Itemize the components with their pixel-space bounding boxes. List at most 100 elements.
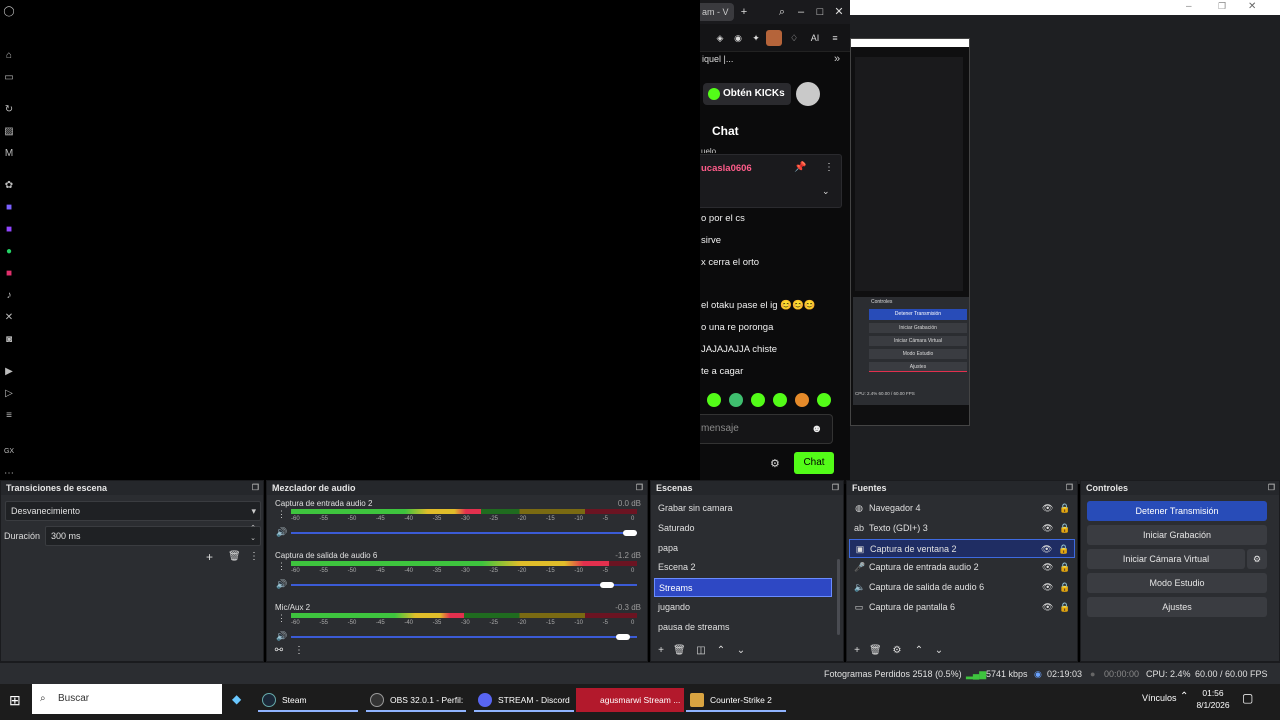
eye-icon[interactable]: 👁	[1042, 582, 1053, 592]
start-virtualcam-button[interactable]: Iniciar Cámara Virtual	[1087, 549, 1245, 569]
tray-label[interactable]: Vínculos	[1142, 693, 1177, 703]
popout-icon[interactable]: ❐	[636, 481, 643, 495]
m-app-icon[interactable]: M	[3, 148, 15, 160]
more-options-icon[interactable]: ⋮	[249, 551, 259, 562]
puzzle-icon[interactable]: ✦	[750, 32, 762, 44]
up-icon[interactable]: ⌃	[913, 645, 925, 657]
taskbar-stream-window[interactable]: agusmarwi Stream ...	[576, 688, 684, 712]
more-icon[interactable]: ⋯	[3, 468, 15, 480]
emote-icon[interactable]	[751, 393, 765, 407]
chevron-down-icon[interactable]: ⌄	[822, 186, 830, 197]
popout-icon[interactable]: ❐	[252, 481, 259, 495]
c-app-icon[interactable]: ■	[3, 202, 15, 214]
refresh-icon[interactable]: ↻	[3, 104, 15, 116]
volume-slider[interactable]	[291, 532, 637, 534]
tiktok-icon[interactable]: ♪	[3, 290, 15, 302]
popout-icon[interactable]: ❐	[832, 481, 839, 495]
chat-send-button[interactable]: Chat	[794, 452, 834, 474]
volume-slider[interactable]	[291, 636, 637, 638]
trash-icon[interactable]: 🗑	[228, 551, 241, 562]
close-icon[interactable]: ✕	[832, 5, 846, 19]
eye-icon[interactable]: 👁	[1042, 562, 1053, 572]
volume-slider-handle[interactable]	[599, 582, 614, 588]
popout-icon[interactable]: ❐	[1066, 481, 1073, 495]
source-item[interactable]: ▣ Captura de ventana 2 👁 🔒	[849, 538, 1075, 558]
source-item[interactable]: 🎤 Captura de entrada audio 2 👁 🔒	[849, 558, 1075, 577]
emoji-icon[interactable]: ☻	[811, 423, 823, 435]
emote-icon[interactable]	[729, 393, 743, 407]
play-icon[interactable]: ▶	[3, 366, 15, 378]
up-icon[interactable]: ⌃	[715, 645, 727, 657]
scene-item[interactable]: papa	[654, 539, 832, 558]
source-item[interactable]: ▭ Captura de pantalla 6 👁 🔒	[849, 598, 1075, 617]
stop-stream-button[interactable]: Detener Transmisión	[1087, 501, 1267, 521]
gamepad-icon[interactable]: ▭	[3, 72, 15, 84]
emote-icon[interactable]	[707, 393, 721, 407]
popout-icon[interactable]: ❐	[1268, 481, 1275, 495]
browser-tab[interactable]: am - V	[700, 3, 734, 21]
collapse-chat-icon[interactable]: »	[834, 53, 840, 65]
speaker-icon[interactable]: 🔊	[276, 527, 287, 538]
eye-icon[interactable]: 👁	[1042, 503, 1053, 513]
scene-item[interactable]: Streams	[654, 578, 832, 598]
lock-icon[interactable]: 🔒	[1059, 602, 1070, 612]
image-icon[interactable]: ▨	[3, 126, 15, 138]
emote-icon[interactable]	[773, 393, 787, 407]
studio-mode-button[interactable]: Modo Estudio	[1087, 573, 1267, 593]
start-recording-button[interactable]: Iniciar Grabación	[1087, 525, 1267, 545]
scene-item[interactable]: jugando	[654, 598, 832, 617]
discord-icon[interactable]: ◙	[3, 334, 15, 346]
speaker-icon[interactable]: 🔊	[276, 579, 287, 590]
transition-select[interactable]: Desvanecimiento ▾	[5, 501, 261, 521]
lock-icon[interactable]: 🔒	[1059, 562, 1070, 572]
close-icon[interactable]: ✕	[1248, 1, 1256, 12]
volume-slider-handle[interactable]	[623, 530, 637, 536]
scene-item[interactable]: Grabar sin camara	[654, 499, 832, 518]
eye-icon[interactable]: 👁	[1042, 602, 1053, 612]
trash-icon[interactable]: 🗑	[869, 645, 882, 657]
logo-icon[interactable]: ◯	[3, 6, 15, 18]
search-icon[interactable]: ⌕	[775, 5, 789, 19]
get-kicks-button[interactable]: Obtén KICKs	[703, 83, 791, 105]
pin-icon[interactable]: 📌	[794, 162, 806, 173]
app-icon[interactable]: ◆	[232, 692, 241, 706]
taskbar-steam[interactable]: Steam	[258, 688, 358, 712]
virtualcam-settings-icon[interactable]: ⚙	[1247, 549, 1267, 569]
eye-icon[interactable]: 👁	[1042, 523, 1053, 533]
duration-input[interactable]: 300 ms ⌃ ⌄	[45, 524, 261, 546]
preview-canvas[interactable]: Controles Detener Transmisión Iniciar Gr…	[850, 38, 970, 426]
more-options-icon[interactable]: ⋮	[277, 613, 286, 624]
profile-icon[interactable]	[766, 30, 782, 46]
x-icon[interactable]: ✕	[3, 312, 15, 324]
more-options-icon[interactable]: ⋮	[824, 162, 834, 173]
new-tab-icon[interactable]: +	[737, 5, 751, 19]
gear-icon[interactable]: ⚙	[891, 645, 903, 657]
link-icon[interactable]: ⚯	[273, 645, 285, 657]
restore-icon[interactable]: ❐	[1218, 1, 1226, 12]
minimize-icon[interactable]: –	[1186, 1, 1192, 12]
lock-icon[interactable]: 🔒	[1059, 523, 1070, 533]
lock-icon[interactable]: 🔒	[1059, 582, 1070, 592]
more-options-icon[interactable]: ⋮	[277, 561, 286, 572]
ai-icon[interactable]: AI	[804, 32, 826, 44]
source-item[interactable]: 🔈 Captura de salida de audio 6 👁 🔒	[849, 578, 1075, 597]
add-icon[interactable]: +	[851, 645, 863, 657]
down-icon[interactable]: ⌄	[933, 645, 945, 657]
scene-item[interactable]: Saturado	[654, 519, 832, 538]
scrollbar[interactable]	[837, 559, 840, 635]
whatsapp-icon[interactable]: ●	[3, 246, 15, 258]
lock-icon[interactable]: 🔒	[1059, 503, 1070, 513]
avatar[interactable]	[796, 82, 820, 106]
add-icon[interactable]: +	[655, 645, 667, 657]
emote-icon[interactable]	[795, 393, 809, 407]
filter-icon[interactable]: ◫	[695, 645, 707, 657]
add-transition-icon[interactable]: +	[206, 550, 213, 564]
minimize-icon[interactable]: –	[794, 5, 808, 19]
clock-date[interactable]: 8/1/2026	[1192, 700, 1234, 710]
volume-slider[interactable]	[291, 584, 637, 586]
scene-item[interactable]: Escena 2	[654, 558, 832, 577]
spin-icon[interactable]: ⌃ ⌄	[250, 524, 256, 544]
taskbar-obs[interactable]: OBS 32.0.1 - Perfil: ...	[366, 688, 466, 712]
bell-icon[interactable]: ♢	[788, 32, 800, 44]
pinned-message[interactable]: ucasla0606 📌 ⋮ ⌄	[700, 154, 842, 208]
